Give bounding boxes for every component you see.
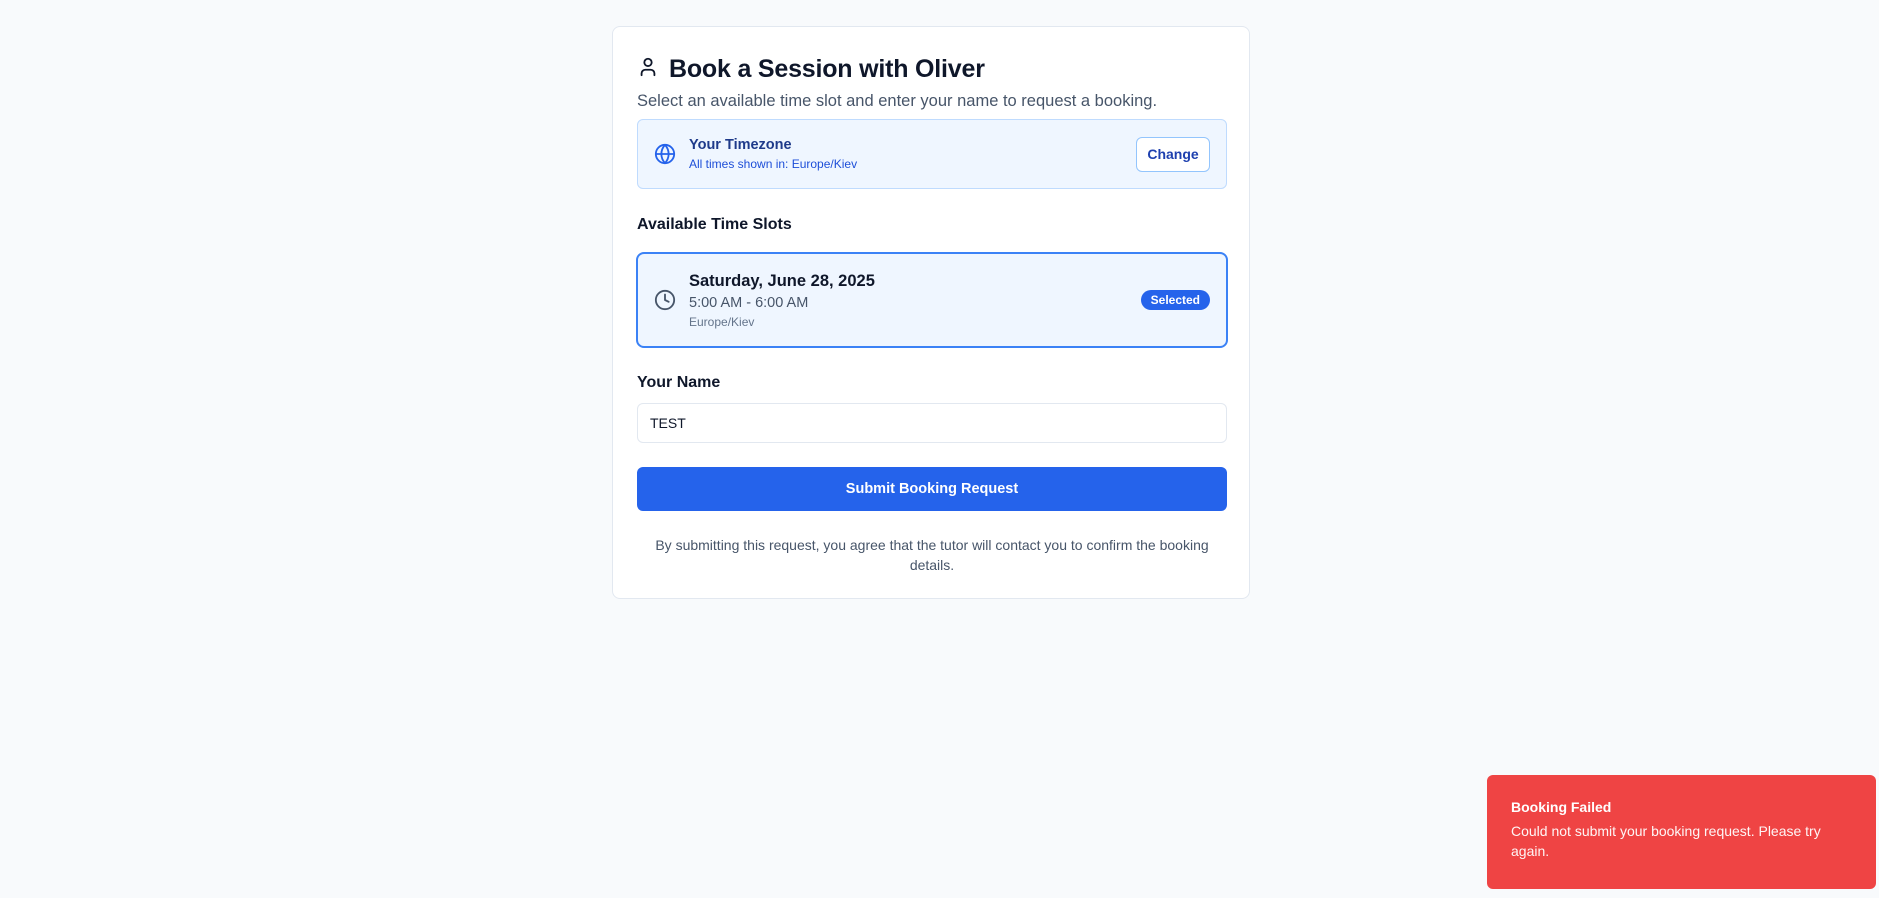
disclaimer-text: By submitting this request, you agree th… xyxy=(655,537,1209,573)
booking-card: Book a Session with Oliver Select an ava… xyxy=(612,26,1250,599)
name-input[interactable] xyxy=(637,403,1227,443)
time-slot-card[interactable]: Saturday, June 28, 2025 5:00 AM - 6:00 A… xyxy=(636,252,1228,348)
slot-date: Saturday, June 28, 2025 xyxy=(689,271,875,290)
time-slots-heading: Available Time Slots xyxy=(637,216,792,233)
globe-icon xyxy=(654,143,676,165)
toast-message: Could not submit your booking request. P… xyxy=(1511,823,1821,859)
clock-icon xyxy=(654,289,676,311)
user-icon xyxy=(637,56,659,83)
submit-booking-button[interactable]: Submit Booking Request xyxy=(637,467,1227,511)
page-title: Book a Session with Oliver xyxy=(669,55,985,83)
timezone-panel: Your Timezone All times shown in: Europe… xyxy=(637,119,1227,189)
name-label: Your Name xyxy=(637,374,721,391)
slot-timezone: Europe/Kiev xyxy=(689,314,755,329)
time-slot-info: Saturday, June 28, 2025 5:00 AM - 6:00 A… xyxy=(689,272,1141,329)
change-timezone-button[interactable]: Change xyxy=(1136,136,1210,172)
toast-title: Booking Failed xyxy=(1511,799,1612,815)
slot-time: 5:00 AM - 6:00 AM xyxy=(689,294,809,311)
error-toast[interactable]: Booking Failed Could not submit your boo… xyxy=(1487,775,1876,889)
timezone-title: Your Timezone xyxy=(689,137,792,153)
timezone-text: Your Timezone All times shown in: Europe… xyxy=(689,137,1136,171)
timezone-value: All times shown in: Europe/Kiev xyxy=(689,157,858,171)
page-subtitle: Select an available time slot and enter … xyxy=(637,92,1158,110)
page-header: Book a Session with Oliver xyxy=(637,55,985,84)
selected-badge: Selected xyxy=(1140,290,1210,310)
